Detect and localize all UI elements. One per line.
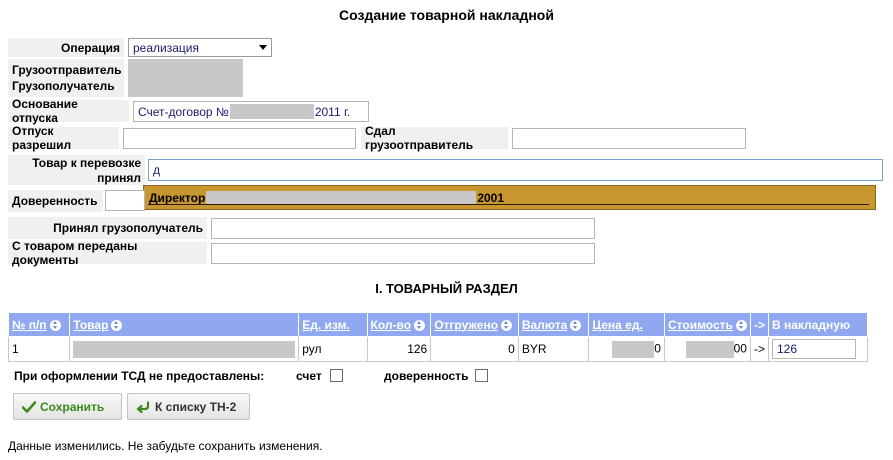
- basis-number-redacted: [229, 104, 314, 119]
- col-qty-header[interactable]: Кол-во: [366, 312, 432, 337]
- cell-qty: 126: [366, 336, 432, 362]
- sort-icon[interactable]: [570, 319, 582, 331]
- cost-redacted: [685, 340, 734, 358]
- handed-by-input[interactable]: [512, 128, 746, 149]
- proxy-checkbox[interactable]: [475, 369, 488, 382]
- basis-input[interactable]: Счет-договор № 2011 г.: [133, 101, 369, 122]
- autocomplete-suffix: 2001: [477, 190, 505, 205]
- col-cost-header[interactable]: Стоимость: [663, 312, 751, 337]
- cell-arrow: ->: [749, 336, 769, 362]
- proxy-input[interactable]: [105, 190, 145, 211]
- cell-num: 1: [7, 336, 71, 362]
- col-goods-label: Товар: [73, 317, 109, 332]
- return-arrow-icon: [136, 400, 150, 413]
- autocomplete-redacted: [206, 190, 477, 205]
- cell-unit: рул: [298, 336, 368, 362]
- operation-select-value: реализация: [133, 40, 199, 55]
- table-row: 1 рул 126 0 BYR 0 00 -> 126: [7, 336, 869, 362]
- price-suffix: 0: [654, 341, 661, 356]
- basis-label: Основание отпуска: [8, 97, 129, 125]
- col-unit-label: Ед. изм.: [302, 317, 350, 332]
- col-cost-label: Стоимость: [667, 317, 733, 332]
- goods-accepted-input[interactable]: д: [148, 159, 883, 181]
- goods-accepted-label-line1: Товар к перевозке: [32, 155, 141, 170]
- basis-value-prefix: Счет-договор №: [138, 104, 229, 119]
- col-unit-header[interactable]: Ед. изм.: [298, 312, 368, 337]
- release-input[interactable]: [123, 128, 356, 149]
- chevron-down-icon: [259, 45, 267, 50]
- proxy-label: Доверенность: [8, 190, 103, 212]
- shipper-consignee-labels: Грузоотправитель Грузополучатель: [8, 59, 124, 97]
- operation-select[interactable]: реализация: [128, 38, 272, 57]
- to-list-button[interactable]: К списку ТН-2: [127, 393, 250, 420]
- col-currency-label: Валюта: [521, 317, 568, 332]
- received-label: Принял грузополучатель: [8, 217, 207, 239]
- col-qty-label: Кол-во: [370, 317, 412, 332]
- col-shipped-label: Отгружено: [434, 317, 499, 332]
- col-shipped-header[interactable]: Отгружено: [430, 312, 519, 337]
- cell-cost: 00: [663, 336, 751, 362]
- goods-table: № п/п Товар Ед. изм. Кол-во Отгружено Ва…: [7, 312, 869, 362]
- sort-icon[interactable]: [414, 319, 426, 331]
- section-title: I. ТОВАРНЫЙ РАЗДЕЛ: [375, 281, 518, 296]
- cost-suffix: 00: [733, 341, 747, 356]
- shipper-consignee-redacted: [128, 59, 243, 97]
- shipper-label: Грузоотправитель: [12, 63, 122, 77]
- table-header-row: № п/п Товар Ед. изм. Кол-во Отгружено Ва…: [7, 312, 869, 337]
- col-arrow-header: ->: [749, 312, 769, 337]
- proxy-check-label: доверенность: [384, 369, 469, 383]
- operation-label: Операция: [8, 38, 124, 57]
- cell-shipped: 0: [430, 336, 519, 362]
- goods-name-redacted: [73, 340, 296, 358]
- sort-icon[interactable]: [735, 319, 747, 331]
- cell-to-invoice: 126: [767, 336, 869, 362]
- col-currency-header[interactable]: Валюта: [517, 312, 590, 337]
- col-num-label: № п/п: [12, 317, 47, 332]
- documents-label: С товаром переданы документы: [8, 239, 207, 267]
- sort-icon[interactable]: [501, 319, 513, 331]
- goods-accepted-label: Товар к перевозке принял: [8, 155, 145, 185]
- cell-goods: [69, 336, 300, 362]
- to-invoice-input[interactable]: 126: [771, 339, 856, 359]
- col-price-label: Цена ед.: [592, 317, 643, 332]
- save-button[interactable]: Сохранить: [13, 393, 122, 420]
- not-provided-label: При оформлении ТСД не предоставлены:: [14, 369, 265, 383]
- handed-by-label: Сдал грузоотправитель: [361, 124, 508, 152]
- documents-input[interactable]: [211, 243, 595, 264]
- col-num-header[interactable]: № п/п: [7, 312, 71, 337]
- sort-icon[interactable]: [111, 319, 123, 331]
- goods-accepted-label-line2: принял: [97, 170, 141, 185]
- status-message: Данные изменились. Не забудьте сохранить…: [8, 439, 323, 453]
- autocomplete-prefix: Директор: [149, 190, 206, 205]
- consignee-label: Грузополучатель: [12, 79, 115, 93]
- col-to-invoice-header: В накладную: [767, 312, 869, 337]
- cell-price: 0: [588, 336, 665, 362]
- save-button-label: Сохранить: [40, 399, 105, 414]
- invoice-checkbox[interactable]: [330, 369, 343, 382]
- release-label: Отпуск разрешил: [8, 124, 119, 152]
- invoice-check-label: счет: [296, 369, 322, 383]
- cell-currency: BYR: [517, 336, 590, 362]
- col-goods-header[interactable]: Товар: [69, 312, 300, 337]
- col-price-header[interactable]: Цена ед.: [588, 312, 665, 337]
- checkmark-icon: [22, 400, 36, 413]
- sort-icon[interactable]: [49, 319, 61, 331]
- basis-value-suffix: 2011 г.: [314, 104, 351, 119]
- received-input[interactable]: [211, 218, 595, 239]
- autocomplete-underline: [148, 204, 869, 205]
- price-redacted: [612, 340, 655, 358]
- autocomplete-suggestion[interactable]: Директор 2001: [143, 185, 876, 210]
- page-title: Создание товарной накладной: [339, 7, 554, 23]
- to-list-button-label: К списку ТН-2: [155, 399, 237, 414]
